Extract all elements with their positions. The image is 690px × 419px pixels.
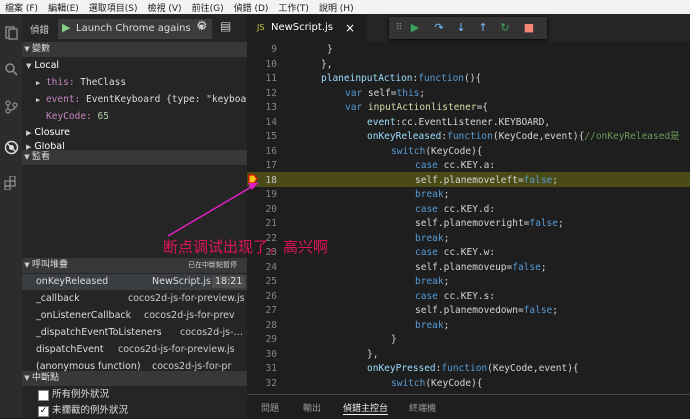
annotation-text: 断点调试出现了，高兴啊 [163, 238, 329, 256]
annotation-arrow [167, 182, 259, 237]
